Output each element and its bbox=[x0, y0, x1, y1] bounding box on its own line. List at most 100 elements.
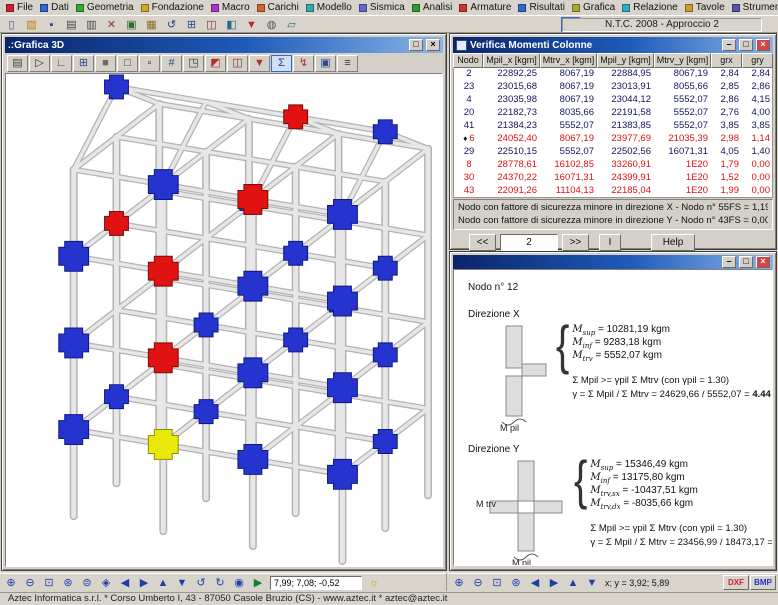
arrow-left-icon[interactable]: ◀ bbox=[526, 575, 544, 590]
column-header[interactable]: Mtrv_y [kgm] bbox=[654, 53, 711, 68]
close-icon[interactable]: × bbox=[756, 39, 770, 51]
table-row[interactable]: ♦624052,408067,1923977,6921035,392,981,1… bbox=[454, 133, 772, 146]
select-icon[interactable]: ▷ bbox=[29, 55, 50, 72]
wireframe-icon[interactable]: □ bbox=[117, 55, 138, 72]
close-icon[interactable]: × bbox=[426, 39, 440, 51]
camera-icon[interactable]: ▣ bbox=[315, 55, 336, 72]
menu-relazione[interactable]: Relazione bbox=[619, 1, 681, 14]
sections-icon[interactable]: ◫ bbox=[202, 17, 221, 32]
copy-icon[interactable]: ▣ bbox=[122, 17, 141, 32]
minimize-button[interactable]: – bbox=[722, 256, 736, 268]
table-row[interactable]: 2922510,155552,0722502,5616071,314,051,4… bbox=[454, 146, 772, 159]
detail-titlebar[interactable]: – □ × bbox=[453, 255, 773, 269]
new-file-icon[interactable]: ▯ bbox=[2, 17, 21, 32]
table-row[interactable]: 4322091,2611104,1322185,041E201,990,00 bbox=[454, 185, 772, 198]
sections-icon[interactable]: ◫ bbox=[227, 55, 248, 72]
column-header[interactable]: grx bbox=[711, 53, 742, 68]
export-dxf-button[interactable]: DXF bbox=[723, 575, 749, 590]
info-button[interactable]: I bbox=[599, 234, 621, 251]
menu-risultati[interactable]: Risultati bbox=[515, 1, 569, 14]
shrink-icon[interactable]: ▫ bbox=[139, 55, 160, 72]
table-row[interactable]: 4121384,235552,0721383,855552,073,853,85 bbox=[454, 120, 772, 133]
canvas-3d[interactable] bbox=[5, 73, 443, 567]
grid-icon[interactable]: ⊞ bbox=[182, 17, 201, 32]
close-icon[interactable]: × bbox=[756, 256, 770, 268]
reactions-icon[interactable]: ↯ bbox=[293, 55, 314, 72]
solid-icon[interactable]: ■ bbox=[95, 55, 116, 72]
preview-icon[interactable]: ▥ bbox=[82, 17, 101, 32]
table-row[interactable]: 2323015,688067,1923013,918055,662,852,86 bbox=[454, 81, 772, 94]
menu-analisi[interactable]: Analisi bbox=[409, 1, 456, 14]
print-icon[interactable]: ▤ bbox=[62, 17, 81, 32]
zoom-prev-icon[interactable]: ⊜ bbox=[78, 575, 96, 590]
coords-3d-field[interactable] bbox=[270, 576, 362, 590]
print-icon[interactable]: ▤ bbox=[7, 55, 28, 72]
menu-sismica[interactable]: Sismica bbox=[356, 1, 409, 14]
help-button[interactable]: Help bbox=[651, 234, 695, 251]
grafica-3d-titlebar[interactable]: .:Grafica 3D □ × bbox=[5, 37, 443, 53]
report-icon[interactable]: ▱ bbox=[282, 17, 301, 32]
arrow-right-icon[interactable]: ▶ bbox=[135, 575, 153, 590]
menu-armature[interactable]: Armature bbox=[456, 1, 515, 14]
export-bmp-button[interactable]: BMP bbox=[750, 575, 776, 590]
menu-fondazione[interactable]: Fondazione bbox=[138, 1, 208, 14]
maximize-button[interactable]: □ bbox=[739, 256, 753, 268]
table-row[interactable]: 2022182,738035,6622191,585552,072,764,00 bbox=[454, 107, 772, 120]
table-row[interactable]: 3024370,2216071,3124399,911E201,520,00 bbox=[454, 172, 772, 185]
maximize-button[interactable]: □ bbox=[409, 39, 423, 51]
node-cross[interactable] bbox=[105, 75, 129, 99]
zoom-window-icon[interactable]: ⊡ bbox=[40, 575, 58, 590]
page-number-field[interactable]: 2 bbox=[500, 234, 558, 251]
menu-macro[interactable]: Macro bbox=[208, 1, 254, 14]
zoom-window-icon[interactable]: ⊡ bbox=[488, 575, 506, 590]
table-row[interactable]: 828778,6116102,8533260,911E201,790,00 bbox=[454, 159, 772, 172]
options-icon[interactable]: ≡ bbox=[337, 55, 358, 72]
undo-icon[interactable]: ↺ bbox=[162, 17, 181, 32]
menu-strumenti[interactable]: Strumenti bbox=[729, 1, 778, 14]
materials-icon[interactable]: ◧ bbox=[222, 17, 241, 32]
arrow-up-icon[interactable]: ▲ bbox=[154, 575, 172, 590]
arrow-up-icon[interactable]: ▲ bbox=[564, 575, 582, 590]
results-icon[interactable]: Σ bbox=[271, 55, 292, 72]
bulb-icon[interactable]: ☼ bbox=[365, 575, 383, 590]
axes-icon[interactable]: ∟ bbox=[51, 55, 72, 72]
menu-geometria[interactable]: Geometria bbox=[73, 1, 138, 14]
menu-dati[interactable]: Dati bbox=[37, 1, 73, 14]
column-header[interactable]: Mpil_x [kgm] bbox=[483, 53, 540, 68]
arrow-right-icon[interactable]: ▶ bbox=[545, 575, 563, 590]
verifica-titlebar[interactable]: Verifica Momenti Colonne – □ × bbox=[453, 37, 773, 53]
spin-icon[interactable]: ◉ bbox=[230, 575, 248, 590]
prev-page-button[interactable]: << bbox=[469, 234, 496, 251]
open-folder-icon[interactable]: ▨ bbox=[22, 17, 41, 32]
menu-file[interactable]: File bbox=[3, 1, 37, 14]
rotate-right-icon[interactable]: ↻ bbox=[211, 575, 229, 590]
column-header[interactable]: Mtrv_x [kgm] bbox=[540, 53, 597, 68]
menu-modello[interactable]: Modello bbox=[303, 1, 356, 14]
column-header[interactable]: Nodo bbox=[453, 53, 483, 68]
table-row[interactable]: 423035,988067,1923044,125552,072,864,15 bbox=[454, 94, 772, 107]
maximize-button[interactable]: □ bbox=[739, 39, 753, 51]
extrude-icon[interactable]: ◳ bbox=[183, 55, 204, 72]
zoom-out-icon[interactable]: ⊖ bbox=[21, 575, 39, 590]
table-row[interactable]: 222892,258067,1922884,958067,192,842,84 bbox=[454, 68, 772, 81]
loads-icon[interactable]: ▼ bbox=[242, 17, 261, 32]
loads-icon[interactable]: ▼ bbox=[249, 55, 270, 72]
paste-icon[interactable]: ▦ bbox=[142, 17, 161, 32]
column-header[interactable]: gry bbox=[742, 53, 773, 68]
save-icon[interactable]: ▪ bbox=[42, 17, 61, 32]
zoom-out-icon[interactable]: ⊖ bbox=[469, 575, 487, 590]
menu-carichi[interactable]: Carichi bbox=[254, 1, 303, 14]
pan-icon[interactable]: ◈ bbox=[97, 575, 115, 590]
minimize-button[interactable]: – bbox=[722, 39, 736, 51]
calc-icon[interactable]: ◍ bbox=[262, 17, 281, 32]
column-header[interactable]: Mpil_y [kgm] bbox=[597, 53, 654, 68]
arrow-down-icon[interactable]: ▼ bbox=[583, 575, 601, 590]
zoom-in-icon[interactable]: ⊕ bbox=[450, 575, 468, 590]
menu-tavole[interactable]: Tavole bbox=[682, 1, 729, 14]
zoom-extents-icon[interactable]: ⊛ bbox=[59, 575, 77, 590]
zoom-in-icon[interactable]: ⊕ bbox=[2, 575, 20, 590]
play-icon[interactable]: ▶ bbox=[249, 575, 267, 590]
next-page-button[interactable]: >> bbox=[562, 234, 589, 251]
rotate-left-icon[interactable]: ↺ bbox=[192, 575, 210, 590]
numbers-icon[interactable]: # bbox=[161, 55, 182, 72]
